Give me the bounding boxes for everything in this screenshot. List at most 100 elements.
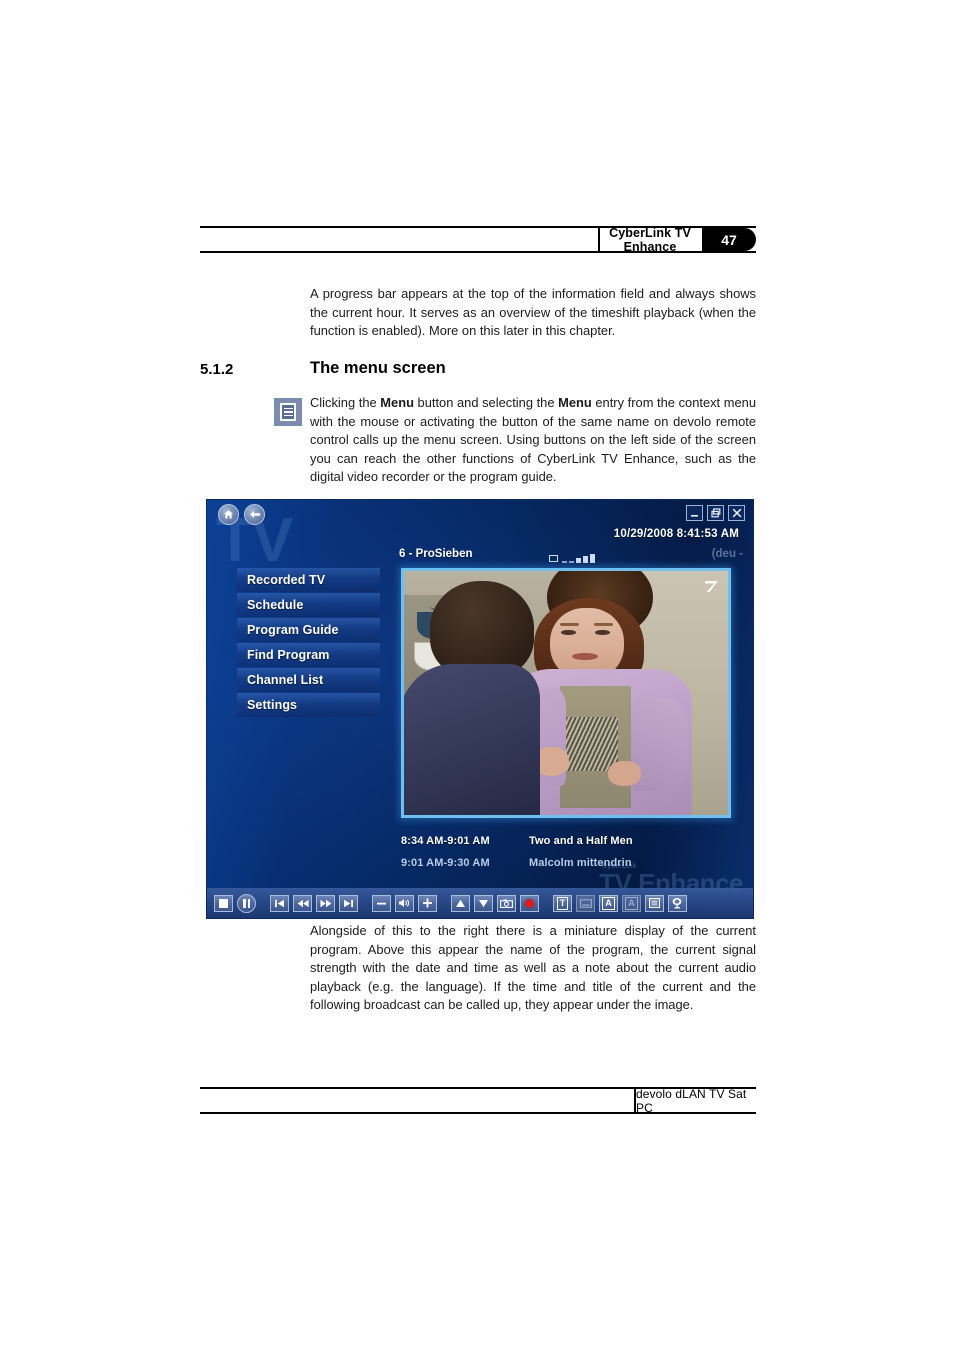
bottom-paragraph: Alongside of this to the right there is … — [310, 923, 756, 1013]
sidebar-item-schedule[interactable]: Schedule — [237, 593, 380, 617]
description-paragraph: Clicking the Menu button and selecting t… — [310, 394, 756, 487]
menu-list-icon — [274, 398, 302, 426]
pause-icon — [243, 898, 250, 908]
plus-icon — [423, 898, 432, 908]
header-rule-bottom — [200, 251, 756, 253]
previous-button[interactable] — [270, 894, 289, 912]
rewind-button[interactable] — [293, 894, 312, 912]
stop-button[interactable] — [214, 894, 233, 912]
rewind-icon — [297, 899, 309, 907]
teletext-button[interactable]: T — [553, 894, 572, 912]
sidebar-item-recorded-tv[interactable]: Recorded TV — [237, 568, 380, 592]
transport-group-1 — [214, 893, 256, 913]
signal-bar — [562, 561, 567, 563]
close-button[interactable] — [728, 505, 745, 521]
sidebar-menu: Recorded TV Schedule Program Guide Find … — [237, 568, 380, 718]
fast-forward-icon — [319, 899, 331, 907]
transport-group-2 — [270, 894, 358, 912]
record-dot-icon — [525, 898, 534, 908]
volume-up-button[interactable] — [418, 894, 437, 912]
snapshot-button[interactable] — [497, 894, 516, 912]
sidebar-item-program-guide[interactable]: Program Guide — [237, 618, 380, 642]
page-footer: devolo dLAN TV Sat PC — [200, 1087, 756, 1115]
record-button[interactable] — [520, 894, 539, 912]
program-time: 9:01 AM-9:30 AM — [401, 857, 490, 869]
audio-label: A — [602, 896, 615, 910]
menu-button[interactable] — [645, 894, 664, 912]
speaker-icon — [399, 899, 410, 907]
audio-language-label: (deu - — [711, 548, 743, 560]
section-number: 5.1.2 — [200, 361, 234, 378]
features-group: T A A — [553, 894, 687, 912]
minus-icon — [377, 902, 386, 904]
footer-rule-bottom — [200, 1112, 756, 1114]
scene-brow — [593, 623, 613, 627]
prosieben-logo-icon — [703, 579, 720, 594]
audio-alt-button[interactable]: A — [622, 894, 641, 912]
desc-bold-menu-2: Menu — [558, 395, 592, 410]
datetime-display: 10/29/2008 8:41:53 AM — [613, 528, 739, 540]
page-number-badge: 47 — [702, 228, 756, 251]
satellite-button[interactable] — [668, 894, 687, 912]
desc-bold-menu-1: Menu — [380, 395, 414, 410]
signal-bar — [576, 558, 581, 563]
volume-down-button[interactable] — [372, 894, 391, 912]
mute-button[interactable] — [395, 894, 414, 912]
camera-icon — [500, 898, 513, 908]
back-icon[interactable] — [244, 504, 265, 525]
audio-button[interactable]: A — [599, 894, 618, 912]
sidebar-item-find-program[interactable]: Find Program — [237, 643, 380, 667]
signal-bar — [583, 556, 588, 563]
home-icon[interactable] — [218, 504, 239, 525]
next-button[interactable] — [339, 894, 358, 912]
tv-application-screenshot: TV 10/29/2008 8:41:53 AM 6 - ProSieben (… — [207, 500, 753, 918]
minimize-button[interactable] — [686, 505, 703, 521]
audio-alt-label: A — [625, 896, 638, 910]
channel-up-button[interactable] — [451, 894, 470, 912]
program-row-next: 9:01 AM-9:30 AM Malcolm mittendrin — [401, 852, 731, 874]
header-title-box: CyberLink TV Enhance 47 — [598, 225, 756, 254]
scene-brow — [559, 623, 579, 627]
scene-mouth — [572, 652, 599, 661]
monitor-icon — [549, 555, 558, 562]
scene-hand — [608, 761, 641, 786]
program-time: 8:34 AM-9:01 AM — [401, 835, 490, 847]
playback-control-bar: T A A — [207, 888, 753, 918]
header-title: CyberLink TV Enhance — [609, 225, 691, 254]
program-row-current: 8:34 AM-9:01 AM Two and a Half Men — [401, 830, 731, 852]
program-title: Two and a Half Men — [529, 835, 633, 847]
program-title: Malcolm mittendrin — [529, 857, 632, 869]
next-icon — [344, 899, 353, 907]
channel-down-button[interactable] — [474, 894, 493, 912]
menu-list-glyph — [280, 403, 296, 421]
scene-person-left-body — [404, 663, 541, 815]
footer-title-box: devolo dLAN TV Sat PC — [634, 1086, 756, 1115]
video-scene — [404, 571, 728, 815]
pause-button[interactable] — [237, 893, 256, 913]
video-preview[interactable] — [401, 568, 731, 818]
window-controls — [686, 505, 745, 521]
satellite-dish-icon — [672, 898, 682, 909]
desc-text-2: button and selecting the — [413, 395, 559, 410]
sidebar-item-channel-list[interactable]: Channel List — [237, 668, 380, 692]
footer-title: devolo dLAN TV Sat PC — [636, 1086, 747, 1115]
channel-info-row: 6 - ProSieben (deu - — [399, 548, 743, 566]
navigation-buttons — [218, 504, 265, 525]
volume-group — [372, 894, 437, 912]
sidebar-item-settings[interactable]: Settings — [237, 693, 380, 717]
scene-eye — [561, 629, 576, 635]
stop-icon — [219, 898, 228, 908]
restore-button[interactable] — [707, 505, 724, 521]
subtitle-icon — [579, 898, 592, 908]
signal-strength-indicator — [549, 551, 595, 563]
fast-forward-button[interactable] — [316, 894, 335, 912]
subtitle-button[interactable] — [576, 894, 595, 912]
signal-bar — [569, 561, 574, 563]
teletext-label: T — [556, 896, 569, 910]
triangle-up-icon — [456, 899, 465, 907]
previous-icon — [275, 899, 284, 907]
channel-name: 6 - ProSieben — [399, 548, 473, 560]
intro-paragraph: A progress bar appears at the top of the… — [310, 286, 756, 339]
scene-shirt-print — [566, 717, 618, 772]
menu-list-icon — [649, 898, 660, 908]
